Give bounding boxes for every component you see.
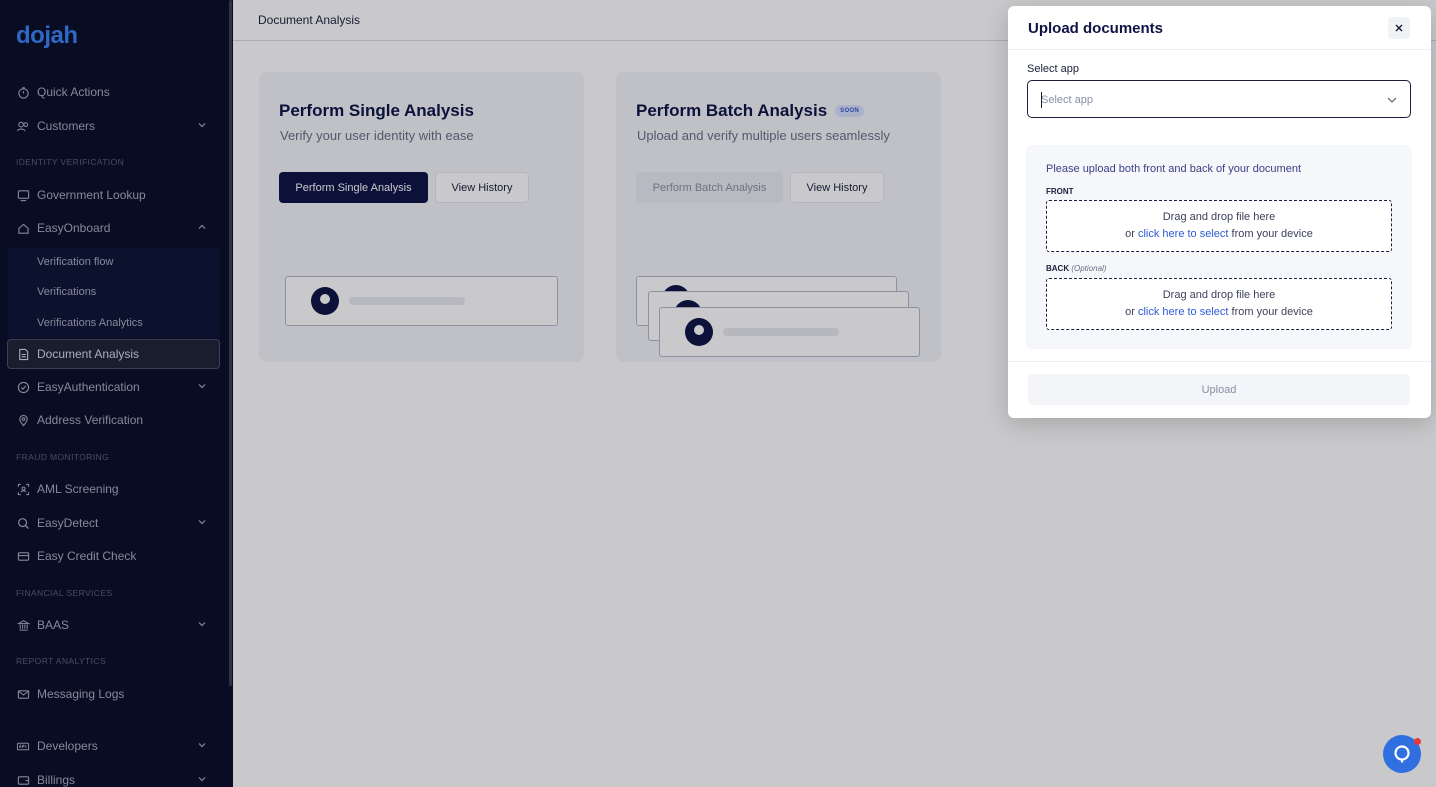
select-app-input[interactable] — [1041, 91, 1361, 109]
close-icon — [1395, 24, 1403, 32]
chat-support-icon — [1394, 745, 1410, 763]
back-label-text: BACK — [1046, 264, 1070, 273]
close-button[interactable] — [1388, 17, 1410, 39]
select-app-label: Select app — [1027, 63, 1079, 75]
notification-dot — [1414, 738, 1421, 745]
dropzone-prefix: or — [1125, 306, 1135, 318]
dropzone-text: Drag and drop file here — [1162, 211, 1276, 223]
modal-title: Upload documents — [1028, 20, 1164, 37]
select-app-dropdown[interactable] — [1027, 80, 1411, 118]
select-file-link[interactable]: click here to select — [1138, 228, 1228, 240]
optional-tag: (Optional) — [1071, 264, 1107, 273]
front-label-text: FRONT — [1046, 187, 1074, 196]
upload-button[interactable]: Upload — [1028, 374, 1410, 405]
dropzone-suffix: from your device — [1231, 228, 1313, 240]
select-file-link[interactable]: click here to select — [1138, 306, 1228, 318]
front-label: FRONT — [1046, 187, 1074, 196]
dropzone-suffix: from your device — [1231, 306, 1313, 318]
dropzone-subtext: or click here to select from your device — [1047, 228, 1391, 240]
front-dropzone[interactable]: Drag and drop file here or click here to… — [1046, 200, 1392, 252]
dropzone-prefix: or — [1125, 228, 1135, 240]
dropzone-text: Drag and drop file here — [1162, 289, 1276, 301]
text-caret — [1041, 92, 1042, 108]
modal-header: Upload documents — [1008, 6, 1431, 50]
upload-panel: Please upload both front and back of you… — [1026, 145, 1412, 349]
modal-footer-divider — [1008, 361, 1431, 362]
upload-instruction: Please upload both front and back of you… — [1046, 163, 1302, 175]
back-dropzone[interactable]: Drag and drop file here or click here to… — [1046, 278, 1392, 330]
chevron-down-icon — [1387, 97, 1397, 103]
back-label: BACK (Optional) — [1046, 264, 1106, 273]
upload-documents-modal: Upload documents Select app Please uploa… — [1008, 6, 1431, 418]
dropzone-subtext: or click here to select from your device — [1047, 306, 1391, 318]
